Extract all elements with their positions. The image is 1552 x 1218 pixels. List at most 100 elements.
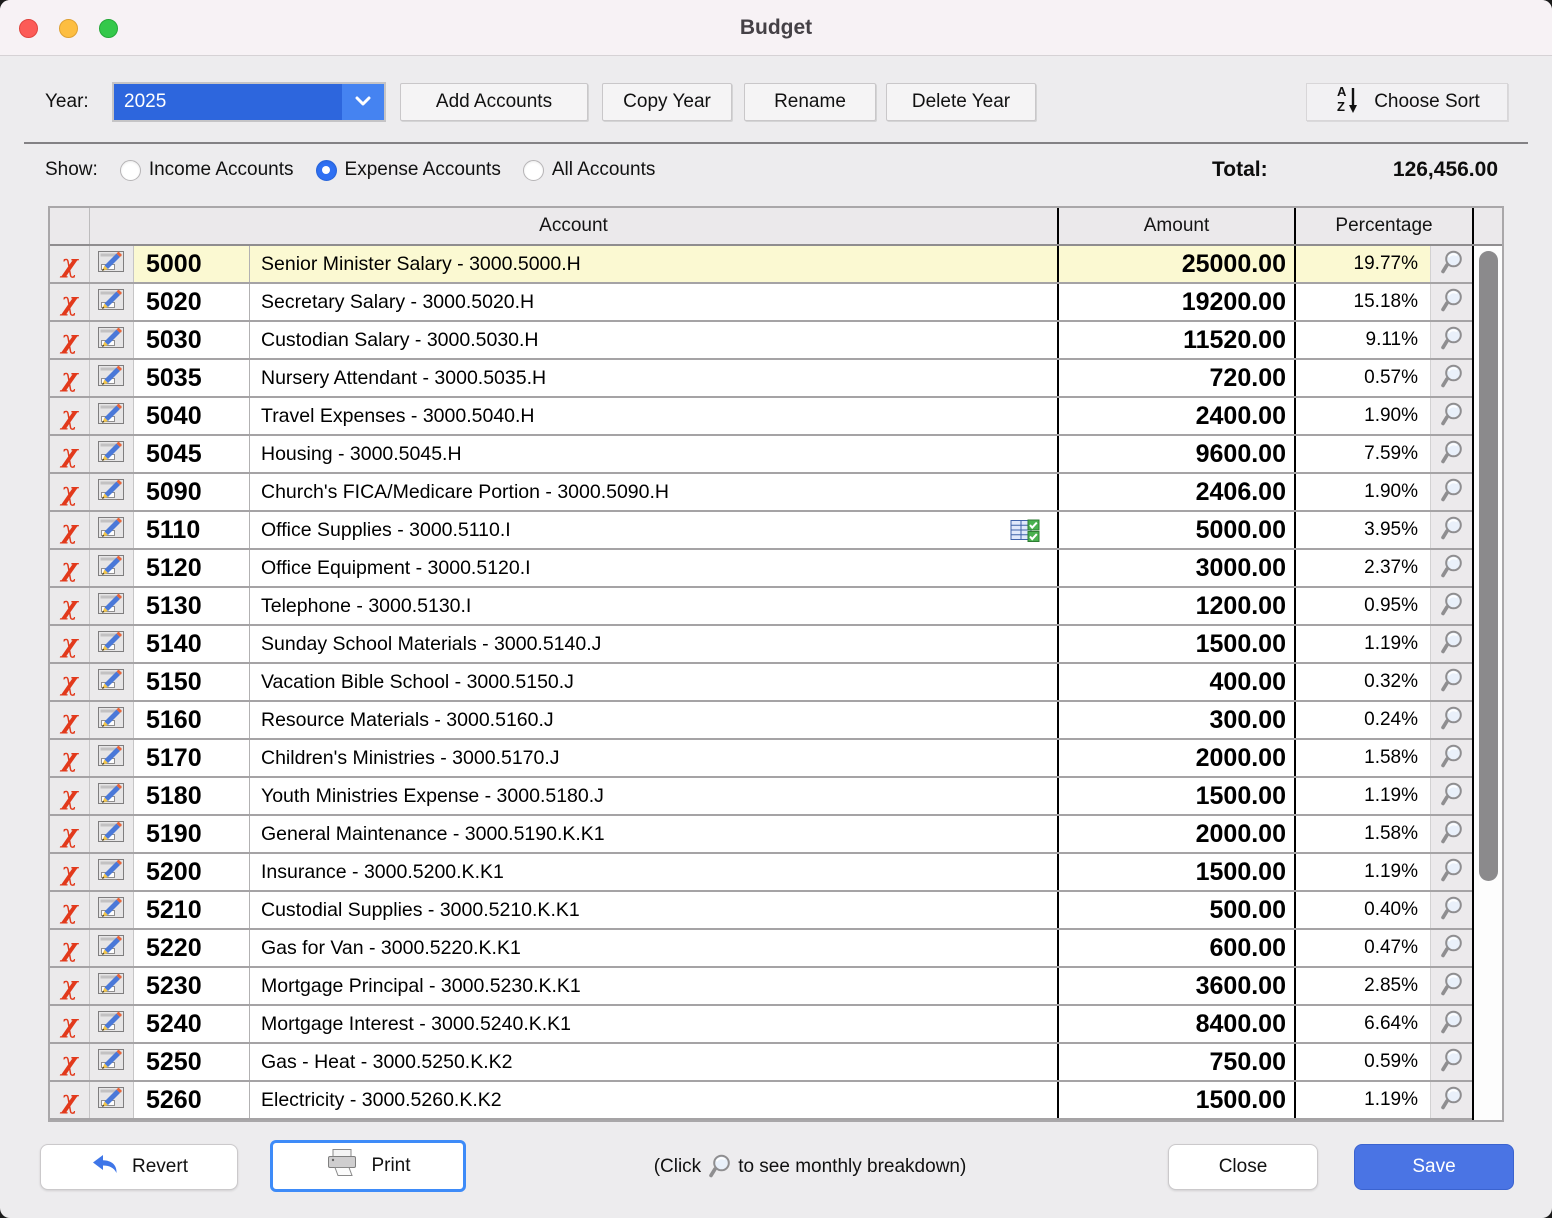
amount-field[interactable]: 2000.00 [1057,740,1294,776]
account-number-field[interactable]: 5160 [134,702,250,738]
account-number-field[interactable]: 5230 [134,968,250,1004]
monthly-breakdown-button[interactable] [1430,664,1472,700]
scrollbar-thumb[interactable] [1479,251,1498,881]
delete-account-button[interactable]: χ [50,702,90,738]
delete-account-button[interactable]: χ [50,930,90,966]
amount-field[interactable]: 3600.00 [1057,968,1294,1004]
year-dropdown-button[interactable] [342,84,384,120]
amount-field[interactable]: 1500.00 [1057,778,1294,814]
amount-field[interactable]: 750.00 [1057,1044,1294,1080]
edit-account-button[interactable] [90,284,134,320]
delete-year-button[interactable]: Delete Year [886,83,1036,121]
delete-account-button[interactable]: χ [50,322,90,358]
monthly-breakdown-button[interactable] [1430,1044,1472,1080]
print-button[interactable]: Print [270,1140,466,1192]
monthly-breakdown-button[interactable] [1430,740,1472,776]
delete-account-button[interactable]: χ [50,550,90,586]
amount-field[interactable]: 25000.00 [1057,246,1294,282]
monthly-breakdown-button[interactable] [1430,702,1472,738]
amount-field[interactable]: 11520.00 [1057,322,1294,358]
account-number-field[interactable]: 5035 [134,360,250,396]
edit-account-button[interactable] [90,512,134,548]
amount-field[interactable]: 1500.00 [1057,1082,1294,1118]
edit-account-button[interactable] [90,322,134,358]
save-button[interactable]: Save [1354,1144,1514,1190]
delete-account-button[interactable]: χ [50,436,90,472]
amount-field[interactable]: 2406.00 [1057,474,1294,510]
account-number-field[interactable]: 5240 [134,1006,250,1042]
amount-field[interactable]: 1500.00 [1057,626,1294,662]
delete-account-button[interactable]: χ [50,474,90,510]
account-number-field[interactable]: 5170 [134,740,250,776]
account-number-field[interactable]: 5045 [134,436,250,472]
amount-field[interactable]: 400.00 [1057,664,1294,700]
edit-account-button[interactable] [90,588,134,624]
amount-field[interactable]: 8400.00 [1057,1006,1294,1042]
delete-account-button[interactable]: χ [50,1006,90,1042]
scrollbar-track[interactable] [1472,246,1502,1120]
account-number-field[interactable]: 5040 [134,398,250,434]
monthly-breakdown-button[interactable] [1430,968,1472,1004]
edit-account-button[interactable] [90,930,134,966]
edit-account-button[interactable] [90,816,134,852]
amount-field[interactable]: 5000.00 [1057,512,1294,548]
edit-account-button[interactable] [90,1044,134,1080]
radio-all-icon[interactable] [523,160,544,181]
monthly-breakdown-button[interactable] [1430,550,1472,586]
close-button[interactable]: Close [1168,1144,1318,1190]
account-number-field[interactable]: 5190 [134,816,250,852]
edit-account-button[interactable] [90,626,134,662]
monthly-breakdown-button[interactable] [1430,360,1472,396]
amount-field[interactable]: 500.00 [1057,892,1294,928]
monthly-breakdown-button[interactable] [1430,284,1472,320]
delete-account-button[interactable]: χ [50,968,90,1004]
choose-sort-button[interactable]: A Z Choose Sort [1306,83,1508,121]
account-number-field[interactable]: 5210 [134,892,250,928]
monthly-breakdown-button[interactable] [1430,322,1472,358]
edit-account-button[interactable] [90,854,134,890]
edit-account-button[interactable] [90,1082,134,1118]
edit-account-button[interactable] [90,360,134,396]
monthly-breakdown-button[interactable] [1430,1082,1472,1118]
delete-account-button[interactable]: χ [50,854,90,890]
amount-field[interactable]: 2000.00 [1057,816,1294,852]
account-number-field[interactable]: 5000 [134,246,250,282]
amount-field[interactable]: 300.00 [1057,702,1294,738]
monthly-breakdown-button[interactable] [1430,626,1472,662]
account-number-field[interactable]: 5120 [134,550,250,586]
edit-account-button[interactable] [90,1006,134,1042]
monthly-breakdown-button[interactable] [1430,246,1472,282]
account-number-field[interactable]: 5130 [134,588,250,624]
monthly-breakdown-button[interactable] [1430,512,1472,548]
delete-account-button[interactable]: χ [50,360,90,396]
year-dropdown[interactable]: 2025 [112,82,386,122]
delete-account-button[interactable]: χ [50,1082,90,1118]
monthly-breakdown-button[interactable] [1430,398,1472,434]
account-number-field[interactable]: 5260 [134,1082,250,1118]
amount-field[interactable]: 600.00 [1057,930,1294,966]
edit-account-button[interactable] [90,740,134,776]
delete-account-button[interactable]: χ [50,284,90,320]
account-number-field[interactable]: 5220 [134,930,250,966]
monthly-breakdown-button[interactable] [1430,930,1472,966]
copy-year-button[interactable]: Copy Year [602,83,732,121]
delete-account-button[interactable]: χ [50,1044,90,1080]
delete-account-button[interactable]: χ [50,664,90,700]
amount-field[interactable]: 2400.00 [1057,398,1294,434]
edit-account-button[interactable] [90,968,134,1004]
delete-account-button[interactable]: χ [50,626,90,662]
rename-button[interactable]: Rename [744,83,876,121]
edit-account-button[interactable] [90,474,134,510]
account-number-field[interactable]: 5110 [134,512,250,548]
delete-account-button[interactable]: χ [50,512,90,548]
account-number-field[interactable]: 5030 [134,322,250,358]
add-accounts-button[interactable]: Add Accounts [400,83,588,121]
delete-account-button[interactable]: χ [50,892,90,928]
account-number-field[interactable]: 5140 [134,626,250,662]
account-number-field[interactable]: 5150 [134,664,250,700]
monthly-breakdown-button[interactable] [1430,892,1472,928]
monthly-breakdown-button[interactable] [1430,436,1472,472]
edit-account-button[interactable] [90,436,134,472]
edit-account-button[interactable] [90,550,134,586]
edit-account-button[interactable] [90,778,134,814]
